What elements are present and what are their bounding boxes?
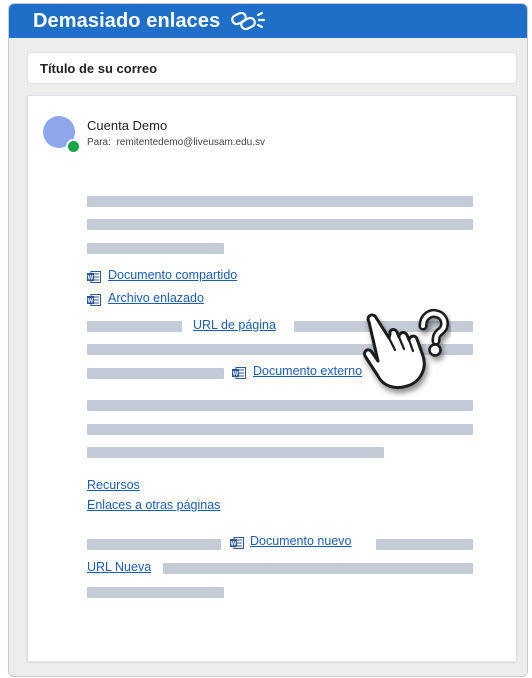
link-url-nueva[interactable]: URL Nueva <box>87 560 151 574</box>
text-placeholder <box>87 321 182 332</box>
subject-bar: Título de su correo <box>27 52 517 84</box>
svg-text:W: W <box>233 371 239 377</box>
presence-status-icon <box>66 139 81 154</box>
text-placeholder <box>163 563 473 574</box>
link-documento-compartido[interactable]: Documento compartido <box>108 268 237 282</box>
text-placeholder <box>87 219 473 230</box>
word-document-icon: W <box>232 367 246 379</box>
recipient-line: Para: remitentedemo@liveusam.edu.sv <box>87 137 265 148</box>
recipient-address: remitentedemo@liveusam.edu.sv <box>116 137 266 148</box>
word-document-icon: W <box>87 294 101 306</box>
svg-text:W: W <box>88 275 94 281</box>
title-bar: Demasiado enlaces <box>9 4 527 38</box>
text-placeholder <box>87 587 224 598</box>
word-document-icon: W <box>230 537 244 549</box>
text-placeholder <box>87 368 224 379</box>
svg-text:W: W <box>88 298 94 304</box>
link-recursos[interactable]: Recursos <box>87 478 140 492</box>
link-archivo-enlazado[interactable]: Archivo enlazado <box>108 291 204 305</box>
link-documento-externo[interactable]: Documento externo <box>253 364 362 378</box>
broken-link-icon <box>231 11 266 31</box>
text-placeholder <box>376 539 473 550</box>
pointing-hand-question-icon <box>363 309 449 390</box>
link-url-pagina[interactable]: URL de página <box>193 318 276 332</box>
email-window: Demasiado enlaces Título de su correo Cu… <box>8 3 528 677</box>
text-placeholder <box>87 196 473 207</box>
page-title: Demasiado enlaces <box>33 9 221 32</box>
sender-name: Cuenta Demo <box>87 118 168 133</box>
link-documento-nuevo[interactable]: Documento nuevo <box>250 534 351 548</box>
word-document-icon: W <box>87 271 101 283</box>
text-placeholder <box>87 539 221 550</box>
svg-text:W: W <box>231 541 237 547</box>
text-placeholder <box>87 243 224 254</box>
text-placeholder <box>87 447 384 458</box>
link-enlaces-otras-paginas[interactable]: Enlaces a otras páginas <box>87 498 220 512</box>
email-subject: Título de su correo <box>40 60 158 76</box>
text-placeholder <box>87 424 473 435</box>
recipient-label: Para: <box>87 137 111 148</box>
